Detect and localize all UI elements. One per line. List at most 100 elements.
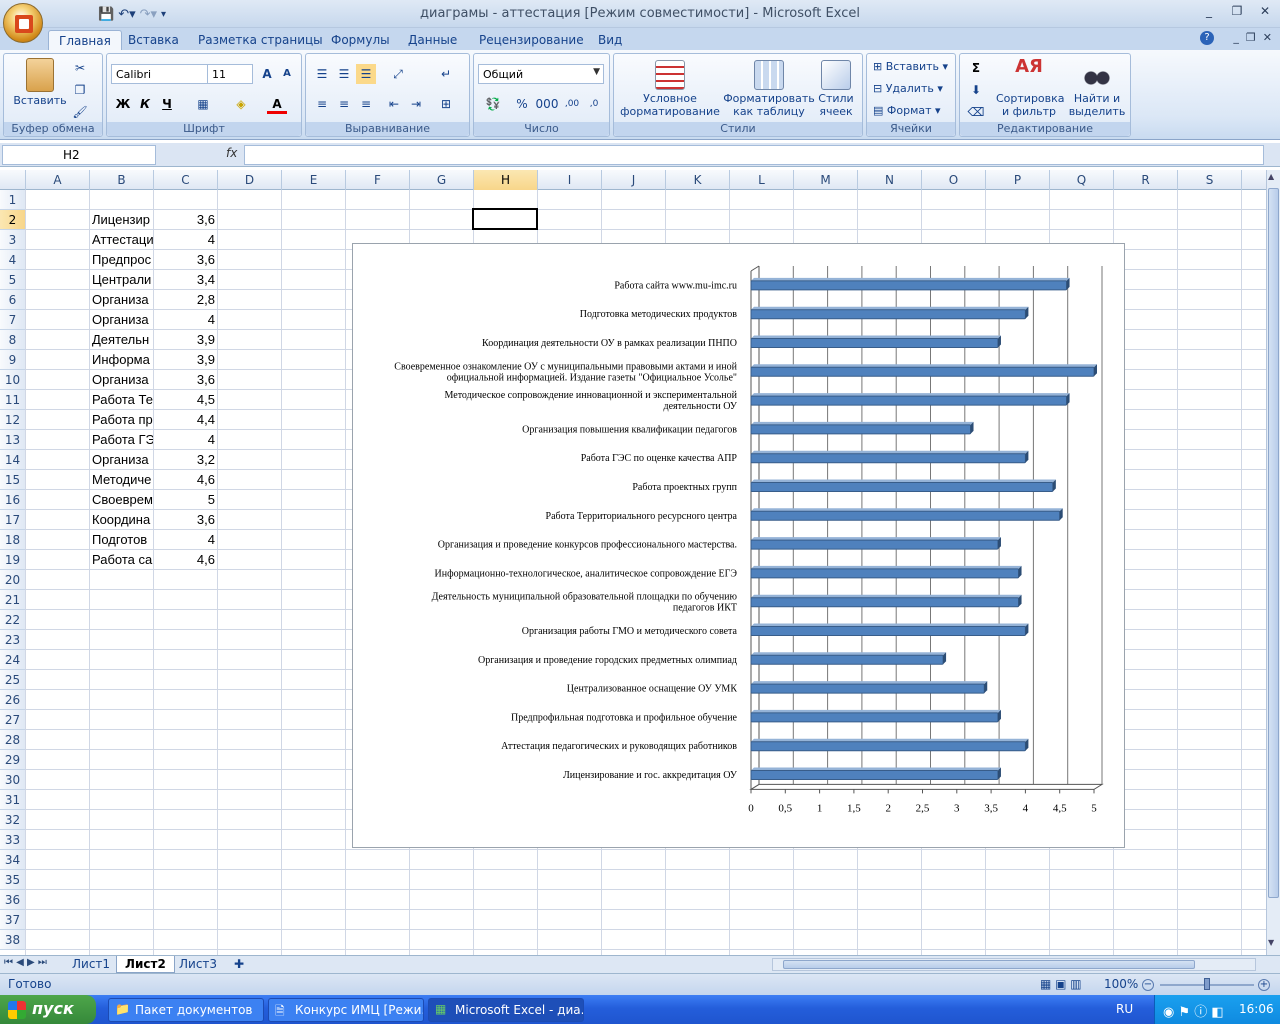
column-header-n[interactable]: N <box>858 170 922 190</box>
cell-c8[interactable]: 3,9 <box>154 330 215 350</box>
row-header-35[interactable]: 35 <box>0 870 26 890</box>
column-header-c[interactable]: C <box>154 170 218 190</box>
font-size-combo[interactable]: 11 <box>207 64 253 84</box>
row-header-18[interactable]: 18 <box>0 530 26 550</box>
view-buttons[interactable]: ▦ ▣ ▥ <box>1040 977 1082 991</box>
row-header-33[interactable]: 33 <box>0 830 26 850</box>
selected-cell[interactable] <box>472 208 538 230</box>
tray-icons[interactable]: ◉ ⚑ ⓘ ◧ <box>1163 1001 1224 1020</box>
sort-filter-button[interactable]: АЯ Сортировка и фильтр <box>996 58 1065 119</box>
cell-c12[interactable]: 4,4 <box>154 410 215 430</box>
tab-view[interactable]: Вид <box>588 30 632 50</box>
column-header-p[interactable]: P <box>986 170 1050 190</box>
cut-icon[interactable]: ✂ <box>70 58 90 78</box>
row-header-29[interactable]: 29 <box>0 750 26 770</box>
zoom-out-icon[interactable]: − <box>1142 979 1154 991</box>
cell-b4[interactable]: Предпрос <box>92 250 153 270</box>
row-header-31[interactable]: 31 <box>0 790 26 810</box>
cell-c9[interactable]: 3,9 <box>154 350 215 370</box>
row-header-20[interactable]: 20 <box>0 570 26 590</box>
cell-b13[interactable]: Работа ГЭ <box>92 430 153 450</box>
row-header-10[interactable]: 10 <box>0 370 26 390</box>
row-header-16[interactable]: 16 <box>0 490 26 510</box>
row-header-3[interactable]: 3 <box>0 230 26 250</box>
cell-c6[interactable]: 2,8 <box>154 290 215 310</box>
insert-cells-button[interactable]: ⊞ Вставить ▾ <box>873 60 948 73</box>
row-header-12[interactable]: 12 <box>0 410 26 430</box>
help-icon[interactable]: ? <box>1200 31 1214 45</box>
formula-input[interactable] <box>244 145 1264 165</box>
cell-b6[interactable]: Организа <box>92 290 153 310</box>
row-header-23[interactable]: 23 <box>0 630 26 650</box>
row-header-6[interactable]: 6 <box>0 290 26 310</box>
italic-button[interactable]: К <box>135 94 155 114</box>
increase-indent-icon[interactable]: ⇥ <box>406 94 426 114</box>
row-header-22[interactable]: 22 <box>0 610 26 630</box>
thousands-button[interactable]: 000 <box>534 94 560 114</box>
tab-insert[interactable]: Вставка <box>118 30 189 50</box>
workbook-controls[interactable]: _ ❐ ✕ <box>1233 31 1272 44</box>
shrink-font-icon[interactable]: A <box>277 64 297 84</box>
name-box[interactable]: H2 <box>2 145 156 165</box>
task-folder[interactable]: 📁 Пакет документов <box>108 998 264 1022</box>
task-word[interactable]: 🗎 Конкурс ИМЦ [Режи... <box>268 998 424 1022</box>
cell-b9[interactable]: Информа <box>92 350 153 370</box>
cell-b10[interactable]: Организа <box>92 370 153 390</box>
copy-icon[interactable]: ❐ <box>70 80 90 100</box>
cell-b8[interactable]: Деятельн <box>92 330 153 350</box>
restore-button[interactable]: ❐ <box>1228 4 1246 20</box>
cell-b14[interactable]: Организа <box>92 450 153 470</box>
sheet-tab-3[interactable]: Лист3 <box>171 956 225 973</box>
cell-b15[interactable]: Методиче <box>92 470 153 490</box>
bold-button[interactable]: Ж <box>113 94 133 114</box>
tab-home[interactable]: Главная <box>48 30 122 50</box>
column-header-r[interactable]: R <box>1114 170 1178 190</box>
row-header-37[interactable]: 37 <box>0 910 26 930</box>
minimize-button[interactable]: _ <box>1200 4 1218 20</box>
cell-b16[interactable]: Своеврем <box>92 490 153 510</box>
zoom-slider-thumb[interactable] <box>1204 978 1210 990</box>
column-header-g[interactable]: G <box>410 170 474 190</box>
row-header-25[interactable]: 25 <box>0 670 26 690</box>
format-as-table-button[interactable]: Форматировать как таблицу <box>722 60 816 118</box>
column-header-d[interactable]: D <box>218 170 282 190</box>
cell-b12[interactable]: Работа пр <box>92 410 153 430</box>
insert-sheet-icon[interactable]: ✚ <box>226 956 252 973</box>
row-header-8[interactable]: 8 <box>0 330 26 350</box>
align-right-icon[interactable]: ≡ <box>356 94 376 114</box>
close-button[interactable]: ✕ <box>1256 4 1274 20</box>
scroll-up-icon[interactable]: ▲ <box>1268 172 1279 186</box>
row-header-13[interactable]: 13 <box>0 430 26 450</box>
cell-c3[interactable]: 4 <box>154 230 215 250</box>
row-header-1[interactable]: 1 <box>0 190 26 210</box>
conditional-formatting-button[interactable]: Условное форматирование <box>618 60 722 118</box>
row-header-11[interactable]: 11 <box>0 390 26 410</box>
column-header-k[interactable]: K <box>666 170 730 190</box>
row-header-4[interactable]: 4 <box>0 250 26 270</box>
column-header-b[interactable]: B <box>90 170 154 190</box>
column-header-o[interactable]: O <box>922 170 986 190</box>
vertical-scrollbar[interactable]: ▲ ▼ <box>1266 170 1280 955</box>
column-header-f[interactable]: F <box>346 170 410 190</box>
cell-b3[interactable]: Аттестаци <box>92 230 153 250</box>
font-color-icon[interactable]: A <box>267 94 287 114</box>
column-header-m[interactable]: M <box>794 170 858 190</box>
font-name-combo[interactable]: Calibri <box>111 64 209 84</box>
cell-c2[interactable]: 3,6 <box>154 210 215 230</box>
column-header-h[interactable]: H <box>474 170 538 190</box>
tab-review[interactable]: Рецензирование <box>469 30 594 50</box>
row-header-36[interactable]: 36 <box>0 890 26 910</box>
zoom-level[interactable]: 100% <box>1104 977 1138 991</box>
worksheet-grid[interactable]: ABCDEFGHIJKLMNOPQRS 1 2 3 4 5 6 7 8 9 10 11 12 13 14 1… <box>0 170 1266 955</box>
insert-function-icon[interactable]: fx <box>226 146 237 160</box>
row-header-32[interactable]: 32 <box>0 810 26 830</box>
bar-chart[interactable]: 0 0,5 1 1,5 2 2,5 3 3,5 4 4,5 5 Работа сайта www.mu… <box>352 243 1125 848</box>
tab-formulas[interactable]: Формулы <box>321 30 400 50</box>
task-excel[interactable]: ▦ Microsoft Excel - диа... <box>428 998 584 1022</box>
cell-b5[interactable]: Централи <box>92 270 153 290</box>
find-select-button[interactable]: Найти и выделить <box>1066 60 1128 118</box>
cell-c16[interactable]: 5 <box>154 490 215 510</box>
currency-icon[interactable]: 💱 <box>480 94 506 114</box>
hscroll-thumb[interactable] <box>783 960 1195 969</box>
align-bottom-icon[interactable]: ☰ <box>356 64 376 84</box>
